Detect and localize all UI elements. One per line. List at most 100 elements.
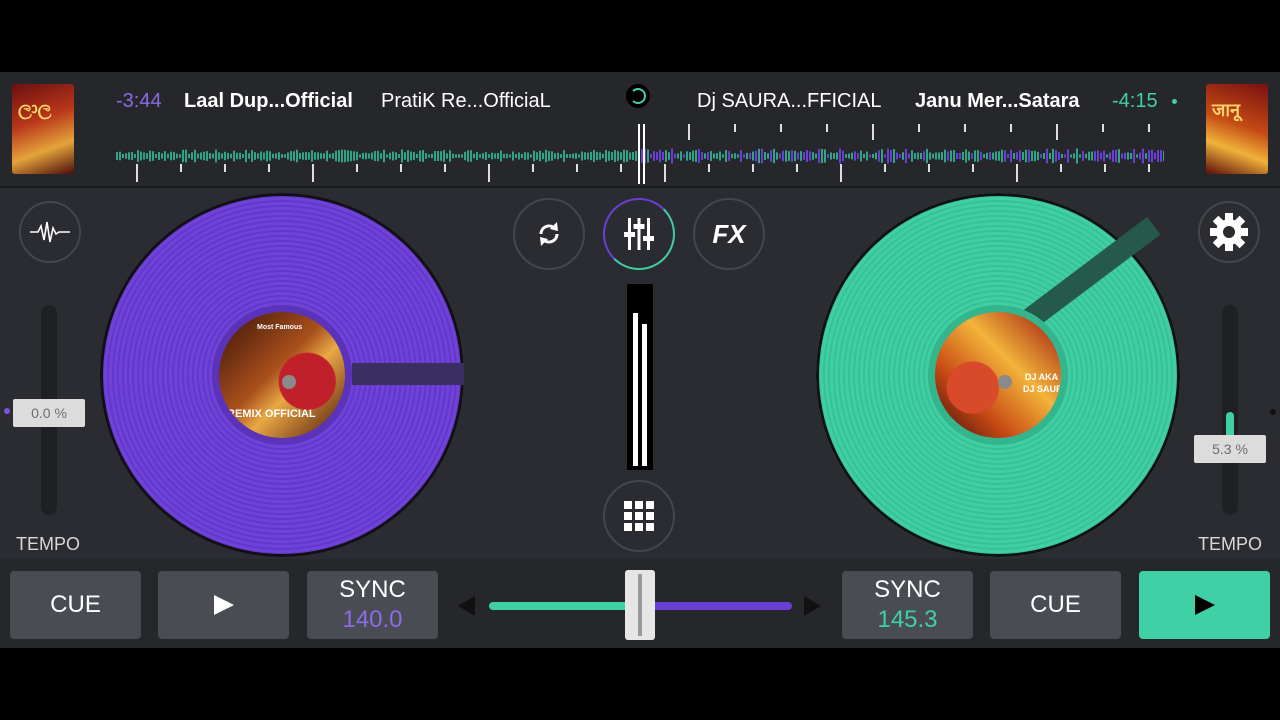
waveform-bar <box>1025 149 1027 163</box>
turntable-right[interactable]: DJ AKA DJ SAUR <box>816 193 1180 557</box>
waveform-bar <box>965 149 967 163</box>
waveform-bar <box>203 151 205 161</box>
cue-label-right: CUE <box>1030 591 1081 618</box>
cover-art-left[interactable]: ලාල <box>12 84 74 174</box>
waveform-bar <box>944 149 946 163</box>
waveform-bar <box>386 154 388 158</box>
waveform-bar <box>707 151 709 161</box>
play-button-right[interactable] <box>1139 571 1270 639</box>
play-button-left[interactable] <box>158 571 289 639</box>
waveform-bar <box>989 151 991 161</box>
waveform-bar <box>767 153 769 159</box>
turntable-left[interactable]: Most Famous REMIX OFFICIAL <box>100 193 464 557</box>
waveform-bar <box>872 153 874 159</box>
loop-button[interactable] <box>513 198 585 270</box>
vu-meter <box>627 284 653 470</box>
beat-marker <box>780 124 782 132</box>
sync-button-left[interactable]: SYNC 140.0 <box>307 571 438 639</box>
tempo-value-right[interactable]: 5.3 % <box>1194 435 1266 463</box>
waveform-bar <box>290 151 292 161</box>
tempo-label-left: TEMPO <box>16 534 81 554</box>
waveform-bar <box>239 152 241 160</box>
beat-marker <box>734 124 736 132</box>
waveform-bar <box>731 153 733 159</box>
waveform-bar <box>776 152 778 160</box>
waveform-bar <box>536 152 538 160</box>
waveform-bar <box>149 150 151 162</box>
tonearm-right <box>1019 216 1161 331</box>
waveform-overview[interactable] <box>116 124 1164 184</box>
waveform-bar <box>404 152 406 160</box>
waveform-bar <box>704 153 706 159</box>
waveform-bar <box>254 152 256 160</box>
waveform-button[interactable] <box>19 201 81 263</box>
tempo-value-left[interactable]: 0.0 % <box>13 399 85 427</box>
playhead-marker <box>643 124 645 184</box>
waveform-bar <box>854 151 856 161</box>
waveform-bar <box>815 153 817 159</box>
tempo-slider-right[interactable] <box>1222 305 1238 515</box>
cue-button-left[interactable]: CUE <box>10 571 141 639</box>
waveform-bar <box>743 154 745 158</box>
waveform-bar <box>548 150 550 162</box>
waveform-bar <box>323 153 325 159</box>
waveform-bar <box>611 152 613 160</box>
waveform-bar <box>551 151 553 161</box>
waveform-bar <box>1124 152 1126 160</box>
mixer-button[interactable] <box>603 198 675 270</box>
waveform-bar <box>449 150 451 162</box>
grid-icon <box>624 501 654 531</box>
waveform-bar <box>827 153 829 159</box>
waveform-bar <box>998 151 1000 161</box>
waveform-bar <box>1022 152 1024 160</box>
waveform-bar <box>896 152 898 160</box>
waveform-bar <box>380 153 382 159</box>
pads-button[interactable] <box>603 480 675 552</box>
waveform-bar <box>833 153 835 159</box>
waveform-bar <box>200 152 202 160</box>
waveform-bar <box>359 154 361 158</box>
waveform-bar <box>902 152 904 160</box>
cover-art-right[interactable]: जानू <box>1206 84 1268 174</box>
waveform-bar <box>527 152 529 160</box>
crossfader-handle[interactable] <box>625 570 655 640</box>
waveform-bar <box>407 150 409 162</box>
waveform-bar <box>1139 152 1141 160</box>
fx-button[interactable]: FX <box>693 198 765 270</box>
waveform-bar <box>1040 153 1042 159</box>
crossfader-right-arrow-icon[interactable] <box>804 596 821 616</box>
waveform-bar <box>758 148 760 164</box>
beat-marker <box>180 164 182 172</box>
waveform-bar <box>467 150 469 162</box>
waveform-bar <box>1127 152 1129 160</box>
waveform-bar <box>1082 151 1084 161</box>
waveform-bar <box>830 152 832 160</box>
waveform-bar <box>446 153 448 159</box>
waveform-bar <box>440 151 442 161</box>
waveform-bar <box>191 152 193 160</box>
settings-button[interactable] <box>1198 201 1260 263</box>
waveform-bar <box>881 149 883 163</box>
waveform-bar <box>818 148 820 164</box>
waveform-bar <box>983 154 985 158</box>
waveform-bar <box>389 152 391 160</box>
waveform-bar <box>782 150 784 162</box>
sync-button-right[interactable]: SYNC 145.3 <box>842 571 973 639</box>
beat-marker <box>576 164 578 172</box>
waveform-bar <box>812 152 814 160</box>
waveform-bar <box>791 150 793 162</box>
crossfader-left-arrow-icon[interactable] <box>458 596 475 616</box>
waveform-bar <box>752 151 754 161</box>
waveform-bar <box>497 153 499 159</box>
waveform-bar <box>401 149 403 163</box>
cue-button-right[interactable]: CUE <box>990 571 1121 639</box>
waveform-bar <box>317 152 319 160</box>
waveform-bar <box>1064 154 1066 158</box>
waveform-bar <box>260 151 262 161</box>
waveform-bar <box>1001 149 1003 163</box>
beat-marker <box>688 124 690 140</box>
waveform-bar <box>287 152 289 160</box>
waveform-bar <box>278 152 280 160</box>
waveform-bar <box>929 152 931 160</box>
waveform-bar <box>956 152 958 160</box>
